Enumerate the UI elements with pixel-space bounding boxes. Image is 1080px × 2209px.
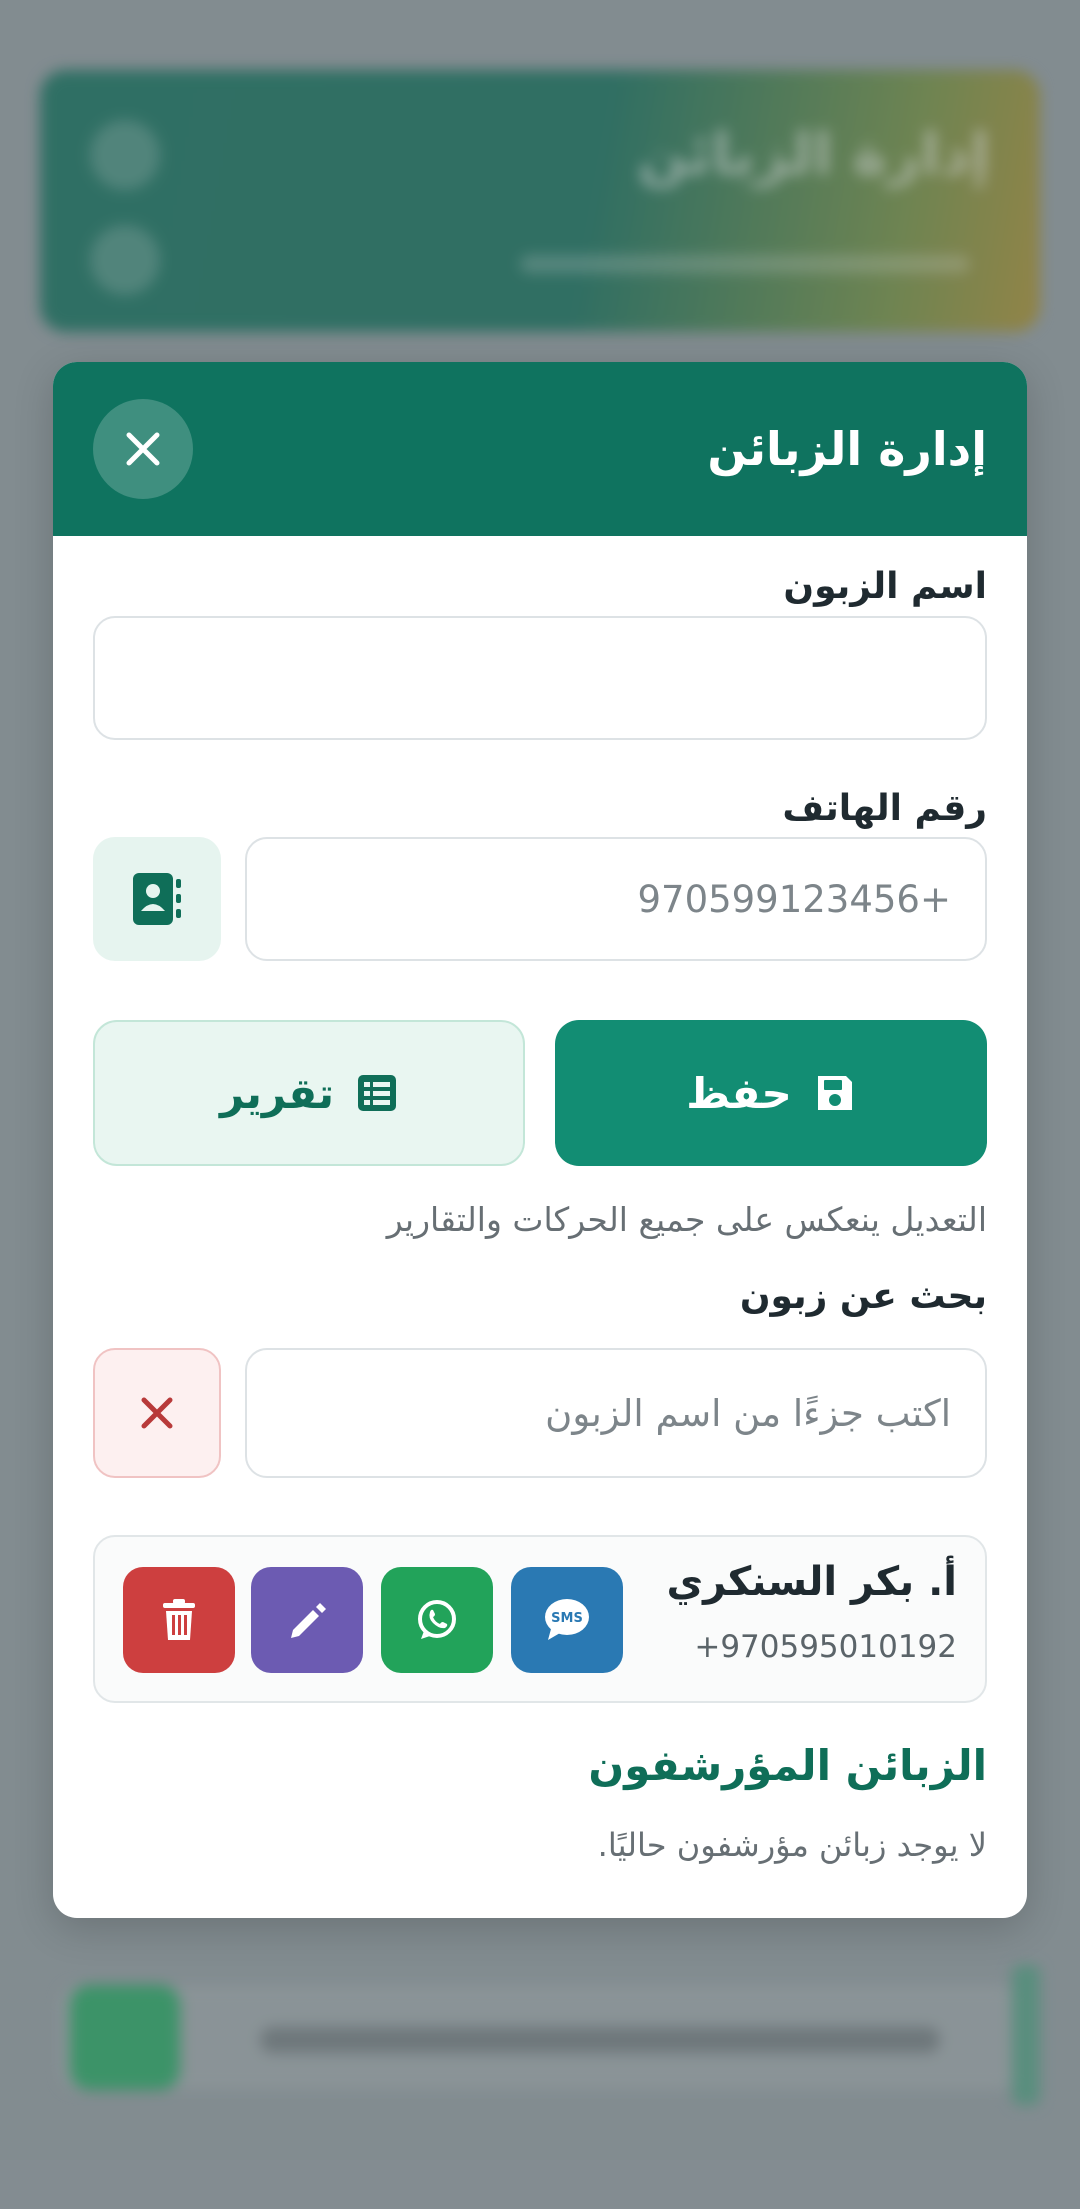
clear-icon [141,1397,173,1429]
archived-customers-title: الزبائن المؤرشفون [588,1741,987,1790]
delete-button[interactable] [123,1567,235,1673]
search-input[interactable] [245,1348,987,1478]
save-button-label: حفظ [686,1068,792,1118]
modal-header: إدارة الزبائن [53,362,1027,536]
save-icon [817,1076,852,1110]
table-list-icon [358,1075,397,1111]
edit-button[interactable] [251,1567,363,1673]
whatsapp-icon [418,1600,456,1639]
whatsapp-button[interactable] [381,1567,493,1673]
archived-empty-message: لا يوجد زبائن مؤرشفون حاليًا. [597,1826,987,1864]
customer-name-input[interactable] [93,616,987,740]
save-button[interactable]: حفظ [555,1020,987,1166]
customer-card: أ. بكر السنكري +970595010192 SMS [93,1535,987,1703]
edit-hint-text: التعديل ينعكس على جميع الحركات والتقارير [386,1200,987,1239]
sms-icon: SMS [545,1599,589,1640]
close-button[interactable] [93,399,193,499]
customer-management-modal: إدارة الزبائن اسم الزبون رقم الهاتف +970… [53,362,1027,1918]
report-button[interactable]: تقرير [93,1020,525,1166]
sms-button[interactable]: SMS [511,1567,623,1673]
customer-phone: +970595010192 [694,1629,957,1665]
report-button-label: تقرير [219,1068,335,1118]
modal-title: إدارة الزبائن [707,422,987,476]
contact-book-icon [133,873,181,925]
trash-icon [163,1599,195,1640]
customer-name-label: اسم الزبون [783,566,987,607]
clear-search-button[interactable] [93,1348,221,1478]
customer-name: أ. بكر السنكري [666,1559,958,1605]
phone-label: رقم الهاتف [782,788,987,829]
pencil-icon [291,1603,326,1638]
modal-body: اسم الزبون رقم الهاتف حفظ [53,536,1027,1918]
svg-text:SMS: SMS [551,1611,583,1626]
phone-input[interactable] [245,837,987,961]
search-label: بحث عن زبون [739,1276,987,1317]
pick-contact-button[interactable] [93,837,221,961]
close-icon [126,432,160,466]
